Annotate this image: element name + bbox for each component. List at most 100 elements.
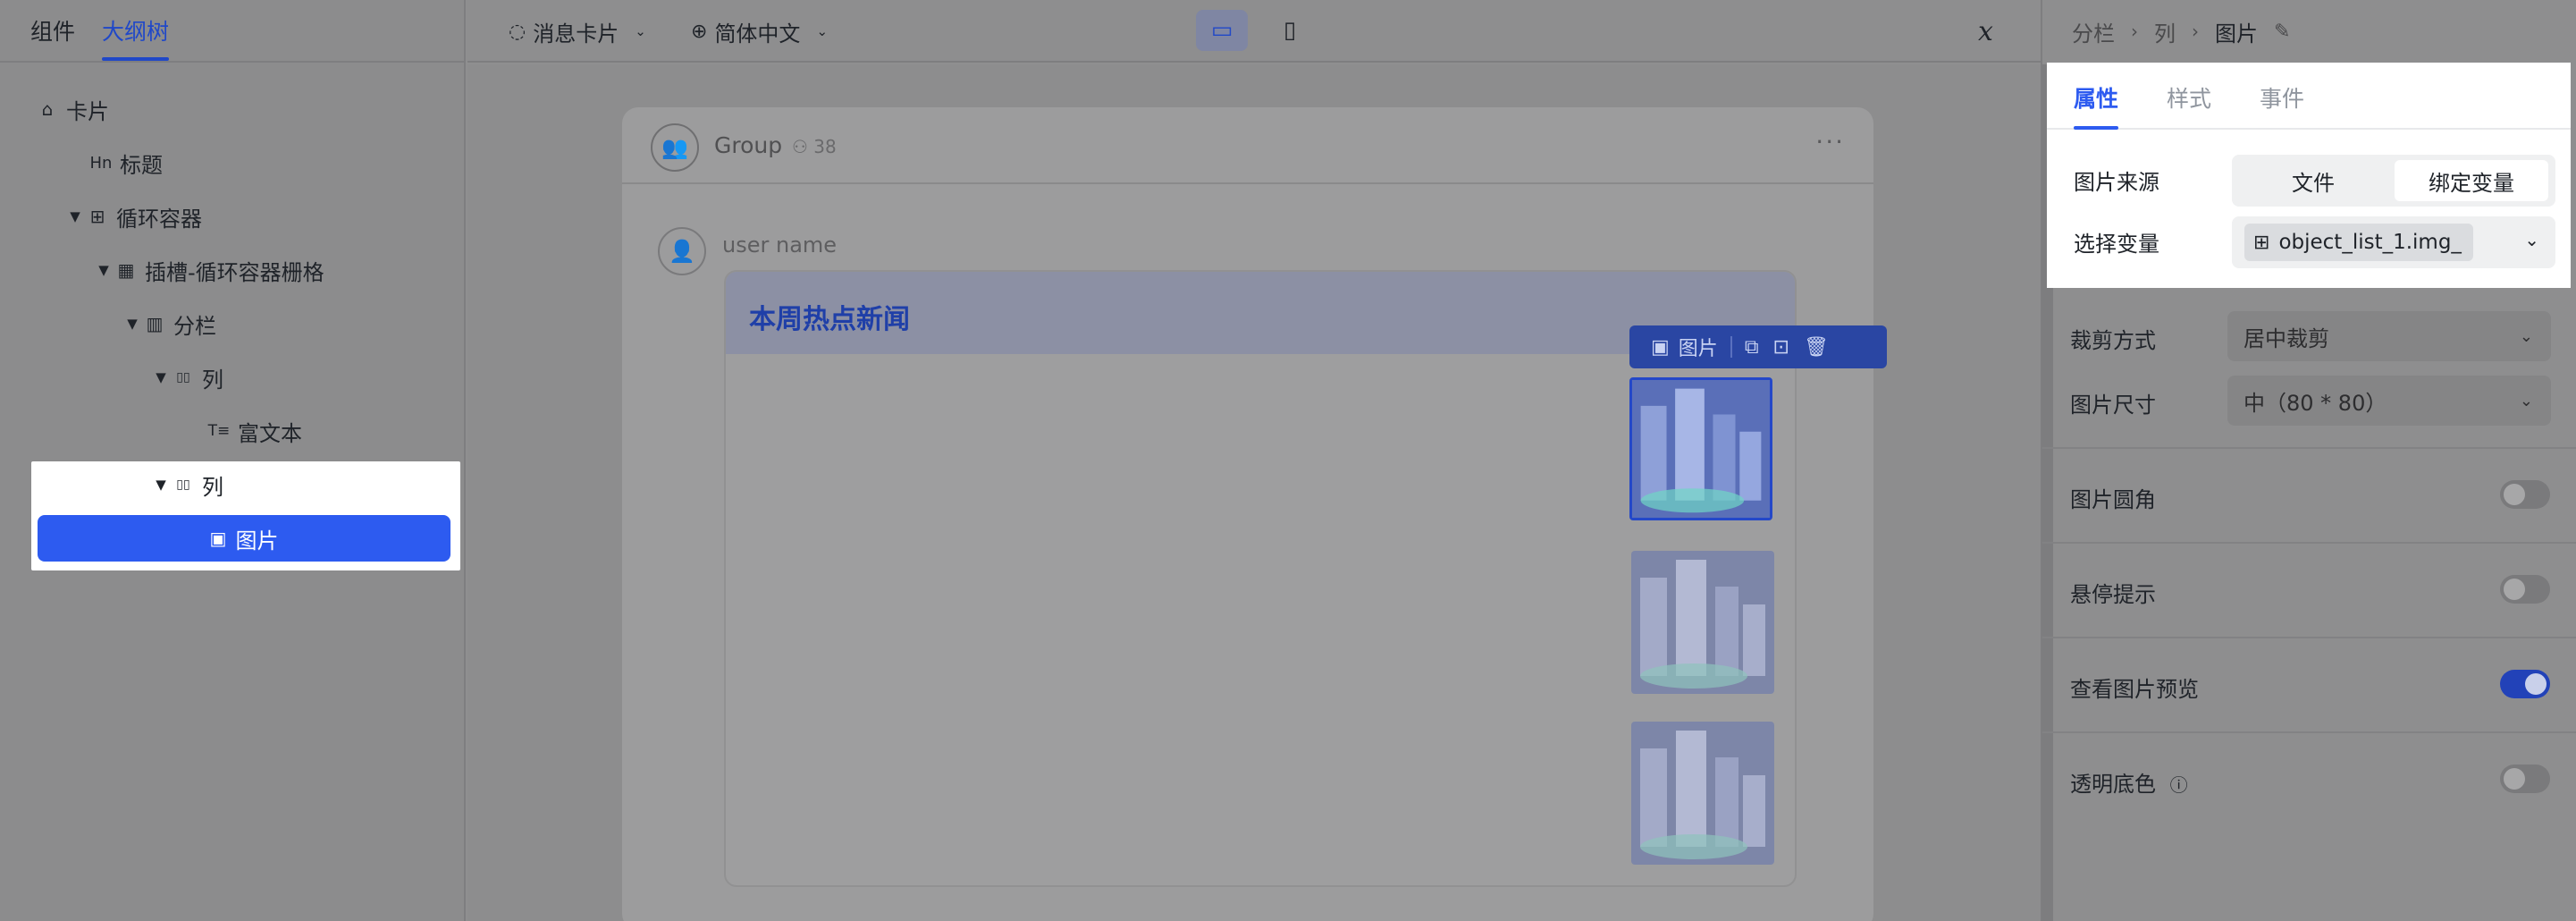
editor-toolbar: ◌ 消息卡片 ⌄ ⊕ 简体中文 ⌄ ▭ ▯ 𝑥	[467, 0, 2041, 63]
tree-item-label: 标题	[120, 152, 163, 178]
breadcrumb: 分栏 › 列 › 图片 ✎	[2072, 0, 2290, 63]
rounded-corner-toggle[interactable]	[2500, 480, 2550, 509]
variable-grid-icon: ⊞	[2253, 231, 2270, 254]
image-source-segmented-control: 文件 绑定变量	[2232, 155, 2555, 207]
caret-down-icon[interactable]: ▼	[152, 477, 170, 493]
grid-slot-icon: ▦	[117, 259, 135, 281]
crop-mode-value: 居中裁剪	[2243, 325, 2329, 351]
crop-mode-label: 裁剪方式	[2070, 328, 2156, 353]
caret-down-icon[interactable]: ▼	[66, 208, 84, 224]
chevron-right-icon: ›	[2192, 21, 2199, 42]
rich-text-icon: T≡	[207, 422, 231, 440]
variable-chip: ⊞ object_list_1.img_	[2244, 224, 2473, 261]
breadcrumb-item[interactable]: 列	[2154, 16, 2176, 47]
card-type-label: 消息卡片	[533, 21, 619, 46]
card-title: 本周热点新闻	[749, 304, 910, 335]
image-thumbnail[interactable]	[1631, 722, 1774, 865]
variable-select[interactable]: ⊞ object_list_1.img_ ⌄	[2232, 216, 2555, 268]
chevron-down-icon: ⌄	[2524, 229, 2539, 250]
outline-panel: 组件 大纲树 ⌂ 卡片 Hn 标题 ▼ ⊞ 循环容器 ▼ ▦ 插槽-循环容器栅格…	[0, 0, 466, 921]
tab-properties[interactable]: 属性	[2074, 81, 2119, 130]
language-dropdown[interactable]: ⊕ 简体中文 ⌄	[691, 0, 828, 63]
card-type-dropdown[interactable]: ◌ 消息卡片 ⌄	[509, 0, 646, 63]
image-size-label: 图片尺寸	[2070, 393, 2156, 418]
divider	[2042, 637, 2576, 638]
hover-tip-toggle[interactable]	[2500, 575, 2550, 604]
tree-item-label: 列	[202, 474, 223, 500]
toolbar-divider	[1730, 336, 1732, 358]
tree-item-label: 列	[202, 367, 223, 393]
globe-icon: ⊕	[691, 20, 708, 43]
tree-item-card[interactable]: ⌂ 卡片	[34, 84, 109, 134]
image-size-select[interactable]: 中（80 * 80） ⌄	[2227, 376, 2551, 426]
tab-components[interactable]: 组件	[30, 14, 75, 61]
cityscape-image	[1631, 722, 1774, 865]
source-option-file[interactable]: 文件	[2237, 160, 2389, 201]
language-label: 简体中文	[714, 21, 801, 46]
mobile-icon: ▯	[1283, 17, 1297, 44]
copy-icon[interactable]: ⧉	[1745, 336, 1759, 359]
tree-item-grid-slot[interactable]: ▼ ▦ 插槽-循环容器栅格	[95, 245, 324, 295]
caret-down-icon[interactable]: ▼	[95, 262, 113, 278]
cityscape-image	[1632, 380, 1770, 518]
card-icon: ⌂	[41, 98, 54, 120]
variable-icon[interactable]: 𝑥	[1978, 0, 1993, 63]
tab-outline-tree[interactable]: 大纲树	[102, 14, 170, 61]
duplicate-icon[interactable]: ⊡	[1773, 336, 1789, 359]
tree-item-label: 插槽-循环容器栅格	[145, 259, 324, 285]
property-tabs: 属性 样式 事件	[2047, 63, 2571, 130]
image-thumbnail-selected[interactable]	[1629, 377, 1772, 520]
image-source-label: 图片来源	[2074, 170, 2159, 195]
columns-icon: ▥	[146, 313, 164, 334]
tree-item-label: 循环容器	[116, 206, 202, 232]
cityscape-image	[1631, 551, 1774, 694]
info-icon[interactable]: ⓘ	[2170, 774, 2188, 796]
tree-item-label: 分栏	[173, 313, 216, 339]
variable-value: object_list_1.img_	[2278, 231, 2462, 254]
caret-down-icon[interactable]: ▼	[152, 369, 170, 385]
image-icon: ▣	[1651, 335, 1670, 359]
member-count: ⚇ 38	[792, 136, 837, 157]
left-tabs: 组件 大纲树	[0, 0, 464, 63]
tree-item-label: 图片	[235, 528, 279, 553]
image-thumbnail[interactable]	[1631, 551, 1774, 694]
desktop-preview-button[interactable]: ▭	[1196, 10, 1248, 51]
image-preview-toggle[interactable]	[2500, 670, 2550, 698]
divider	[2042, 447, 2576, 449]
members-icon: ⚇	[792, 136, 808, 157]
transparent-bg-toggle[interactable]	[2500, 765, 2550, 793]
tree-item-columns[interactable]: ▼ ▥ 分栏	[123, 299, 216, 349]
group-avatar-icon: 👥	[651, 123, 699, 172]
edit-icon[interactable]: ✎	[2274, 21, 2290, 43]
tree-item-image-selected[interactable]: ▣ 图片	[38, 515, 450, 562]
tree-item-label: 卡片	[66, 98, 109, 124]
tree-item-column-2[interactable]: ▼ ▯▯ 列	[152, 460, 223, 510]
caret-down-icon[interactable]: ▼	[123, 316, 141, 332]
mobile-preview-button[interactable]: ▯	[1269, 10, 1310, 51]
chat-header: 👥 Group ⚇ 38 ···	[622, 107, 1873, 184]
image-component-label: 图片	[1678, 338, 1718, 360]
image-size-value: 中（80 * 80）	[2243, 390, 2387, 416]
card-canvas: 👥 Group ⚇ 38 ··· 👤 user name 本周热点新闻 ▣ 图片…	[467, 64, 2041, 921]
crop-mode-select[interactable]: 居中裁剪 ⌄	[2227, 311, 2551, 361]
delete-icon[interactable]: 🗑	[1804, 336, 1829, 359]
desktop-icon: ▭	[1210, 17, 1233, 44]
user-name: user name	[722, 232, 838, 258]
member-count-value: 38	[813, 136, 837, 157]
chevron-right-icon: ›	[2131, 21, 2138, 42]
tree-item-label: 富文本	[238, 420, 302, 446]
tree-item-column[interactable]: ▼ ▯▯ 列	[152, 352, 223, 402]
tab-events[interactable]: 事件	[2260, 81, 2304, 128]
chevron-down-icon: ⌄	[816, 23, 829, 39]
image-icon: ▣	[209, 528, 227, 549]
tab-style[interactable]: 样式	[2167, 81, 2211, 128]
source-option-bind-variable[interactable]: 绑定变量	[2395, 160, 2548, 201]
breadcrumb-item[interactable]: 分栏	[2072, 16, 2115, 47]
select-variable-label: 选择变量	[2074, 232, 2159, 257]
chevron-down-icon: ⌄	[635, 23, 646, 39]
tree-item-rich-text[interactable]: T≡ 富文本	[206, 406, 302, 456]
more-icon[interactable]: ···	[1815, 127, 1845, 156]
tree-item-loop-container[interactable]: ▼ ⊞ 循环容器	[66, 191, 202, 241]
tree-item-heading[interactable]: Hn 标题	[88, 138, 163, 188]
transparent-bg-label: 透明底色	[2070, 772, 2156, 797]
